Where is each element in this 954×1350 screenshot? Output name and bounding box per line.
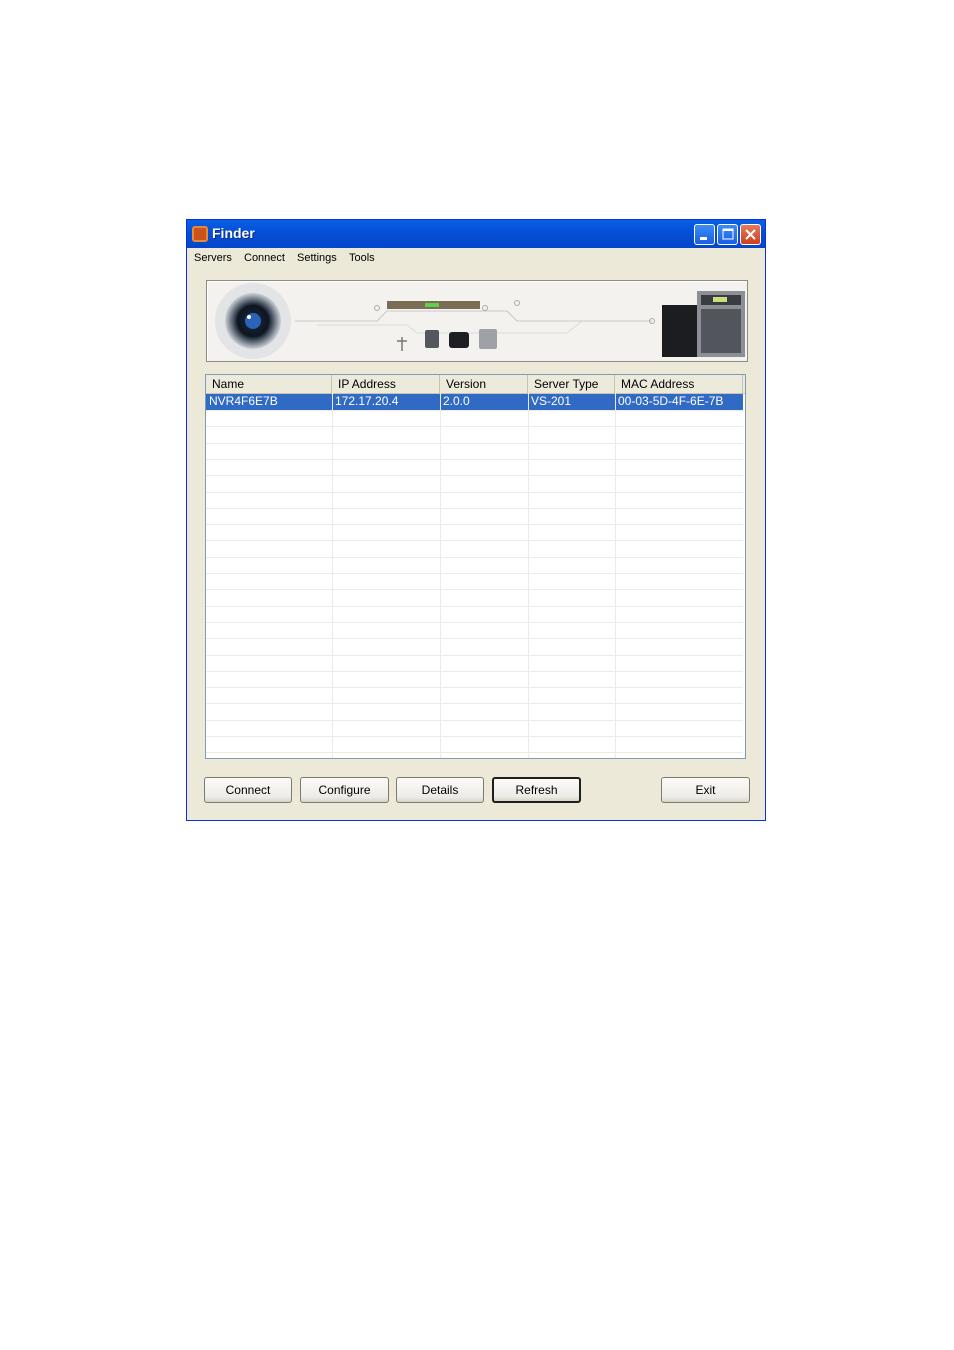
- grid-line: [206, 410, 743, 411]
- grid-line: [206, 605, 743, 607]
- refresh-button[interactable]: Refresh: [492, 777, 581, 803]
- grid-line: [440, 393, 441, 758]
- grid-line: [528, 393, 529, 758]
- grid-line: [206, 638, 743, 640]
- close-icon: [745, 229, 756, 240]
- grid-line: [206, 670, 743, 672]
- nas-server-icon: [662, 305, 700, 357]
- server-list[interactable]: Name IP Address Version Server Type MAC …: [205, 374, 746, 759]
- grid-line: [206, 475, 743, 477]
- minimize-button[interactable]: [694, 224, 715, 245]
- title-bar[interactable]: Finder: [187, 220, 765, 248]
- grid-line: [206, 573, 743, 574]
- grid-line: [206, 442, 743, 444]
- maximize-button[interactable]: [717, 224, 738, 245]
- menu-settings[interactable]: Settings: [297, 252, 337, 264]
- grid-line: [206, 556, 743, 558]
- grid-line: [206, 752, 743, 754]
- grid-line: [615, 393, 616, 758]
- table-row[interactable]: NVR4F6E7B 172.17.20.4 2.0.0 VS-201 00-03…: [206, 394, 743, 410]
- banner-image: [206, 280, 748, 362]
- cell-ip-address: 172.17.20.4: [335, 394, 399, 408]
- column-header-server-type[interactable]: Server Type: [528, 375, 615, 393]
- grid-line: [206, 621, 743, 623]
- grid-line: [206, 736, 743, 737]
- cell-name: NVR4F6E7B: [209, 394, 278, 408]
- finder-window: Finder Servers Connect Settings Tools Na…: [186, 219, 766, 821]
- grid-line: [206, 654, 743, 656]
- maximize-icon: [722, 228, 734, 240]
- finder-app-icon[interactable]: [192, 226, 208, 242]
- grid-line: [206, 540, 743, 542]
- minimize-icon: [700, 237, 707, 240]
- grid-line: [206, 589, 743, 591]
- grid-line: [206, 703, 743, 705]
- column-header-version[interactable]: Version: [440, 375, 528, 393]
- window-title: Finder: [212, 225, 255, 241]
- menu-servers[interactable]: Servers: [194, 252, 232, 264]
- column-header-mac-address[interactable]: MAC Address: [615, 375, 743, 393]
- column-header-name[interactable]: Name: [206, 375, 332, 393]
- menu-connect[interactable]: Connect: [244, 252, 285, 264]
- cell-mac-address: 00-03-5D-4F-6E-7B: [618, 394, 724, 408]
- column-header-ip-address[interactable]: IP Address: [332, 375, 440, 393]
- details-button[interactable]: Details: [396, 777, 484, 803]
- list-header: Name IP Address Version Server Type MAC …: [206, 375, 745, 394]
- menu-bar: Servers Connect Settings Tools: [187, 249, 765, 269]
- grid-line: [206, 719, 743, 721]
- cell-version: 2.0.0: [443, 394, 470, 408]
- grid-line: [206, 524, 743, 526]
- grid-line: [332, 393, 333, 758]
- grid-line: [206, 687, 743, 689]
- exit-button[interactable]: Exit: [661, 777, 750, 803]
- menu-tools[interactable]: Tools: [349, 252, 375, 264]
- cell-server-type: VS-201: [531, 394, 572, 408]
- grid-line: [206, 507, 743, 509]
- connect-button[interactable]: Connect: [204, 777, 292, 803]
- banner-graphic: [215, 283, 745, 359]
- configure-button[interactable]: Configure: [300, 777, 389, 803]
- grid-line: [206, 491, 743, 493]
- close-button[interactable]: [740, 224, 761, 245]
- grid-line: [206, 458, 743, 460]
- grid-line: [206, 426, 743, 428]
